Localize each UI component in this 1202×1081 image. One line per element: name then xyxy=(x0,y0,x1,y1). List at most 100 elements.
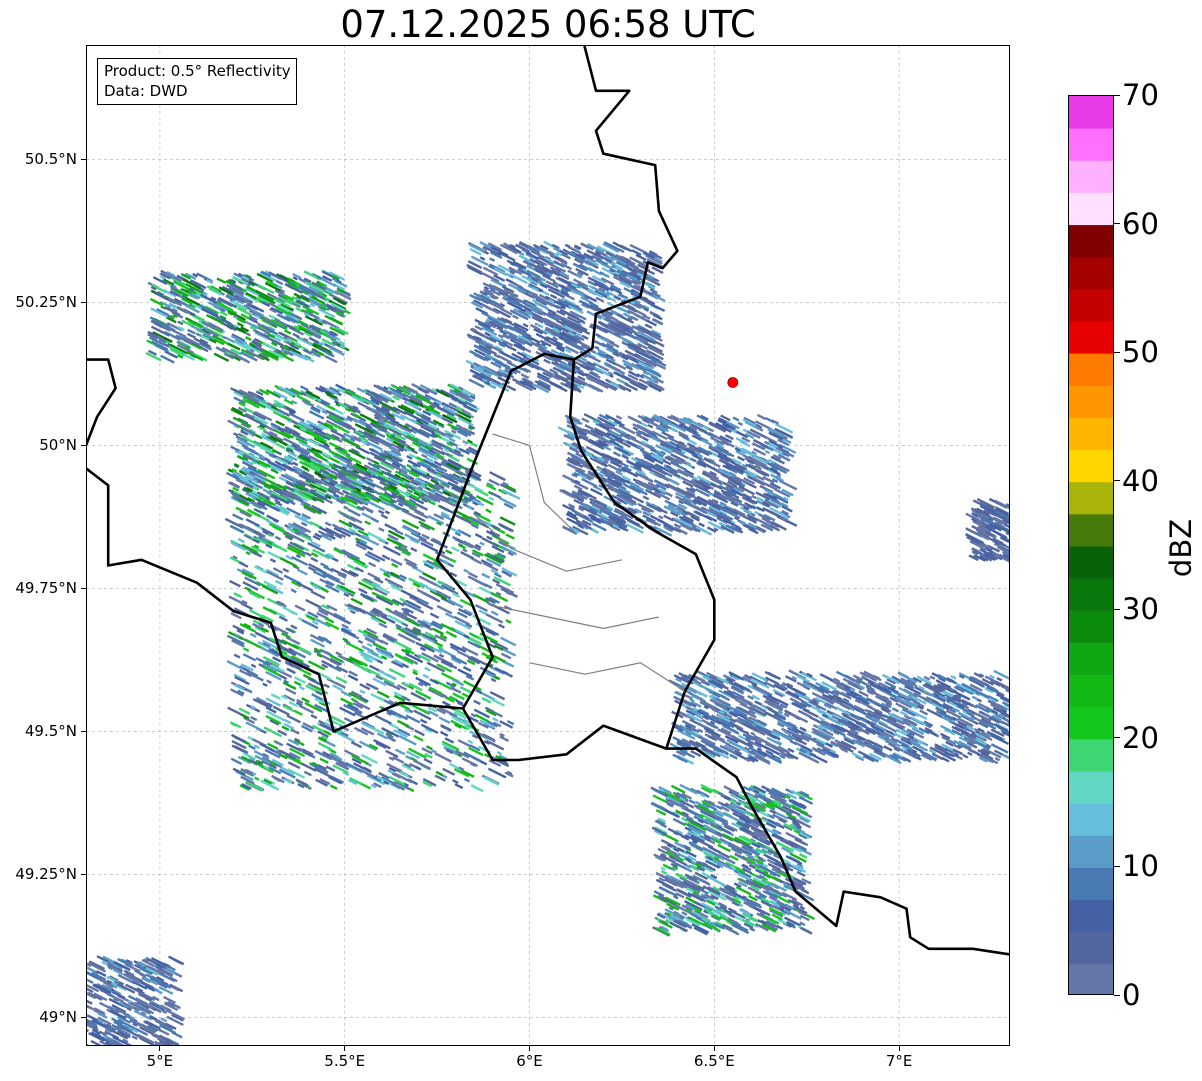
echo-streak xyxy=(293,680,302,687)
echo-streak xyxy=(373,460,380,466)
echo-streak xyxy=(494,572,502,579)
echo-streak xyxy=(367,572,381,581)
echo-streak xyxy=(732,416,740,422)
echo-streak xyxy=(300,521,308,527)
echo-streak xyxy=(274,535,282,541)
echo-streak xyxy=(413,734,424,742)
echo-streak xyxy=(357,639,364,644)
echo-streak xyxy=(371,517,380,524)
echo-streak xyxy=(462,548,468,553)
echo-streak xyxy=(295,554,302,559)
echo-streak xyxy=(275,579,284,586)
echo-streak xyxy=(637,473,654,483)
echo-streak xyxy=(458,543,467,550)
echo-streak xyxy=(393,640,412,651)
echo-streak xyxy=(774,471,782,477)
echo-streak xyxy=(294,604,306,612)
echo-streak xyxy=(364,520,371,526)
echo-streak xyxy=(378,527,385,532)
echo-streak xyxy=(296,568,308,576)
echo-streak xyxy=(405,714,421,724)
echo-streak xyxy=(370,684,379,691)
echo-streak xyxy=(378,622,388,629)
echo-streak xyxy=(425,745,433,751)
echo-streak xyxy=(282,567,290,573)
echo-streak xyxy=(372,642,387,651)
echo-streak xyxy=(366,457,375,463)
echo-streak xyxy=(644,323,653,329)
echo-streak xyxy=(315,690,323,696)
echo-streak xyxy=(587,383,604,393)
echo-streak xyxy=(244,336,252,341)
echo-streak xyxy=(505,533,515,540)
echo-streak xyxy=(490,677,497,683)
echo-streak xyxy=(490,697,506,707)
echo-streak xyxy=(481,697,492,704)
echo-streak xyxy=(342,637,349,643)
echo-streak xyxy=(325,404,336,411)
echo-streak xyxy=(312,620,319,626)
echo-streak xyxy=(313,685,322,691)
echo-streak xyxy=(361,512,374,520)
echo-streak xyxy=(410,547,418,553)
echo-streak xyxy=(449,558,457,564)
echo-streak xyxy=(308,410,325,420)
echo-streak xyxy=(756,413,766,420)
echo-streak xyxy=(485,613,504,624)
echo-streak xyxy=(396,719,410,728)
echo-streak xyxy=(384,523,398,532)
echo-streak xyxy=(258,622,265,628)
echo-streak xyxy=(422,673,430,679)
echo-streak xyxy=(321,663,329,669)
echo-area xyxy=(557,413,798,537)
echo-streak xyxy=(249,632,257,638)
echo-area xyxy=(668,669,1010,765)
echo-streak xyxy=(467,739,474,745)
echo-streak xyxy=(245,332,252,337)
radar-map-canvas xyxy=(86,45,1010,1046)
echo-streak xyxy=(543,358,551,365)
echo-streak xyxy=(344,433,352,439)
echo-streak xyxy=(738,734,746,741)
echo-streak xyxy=(590,370,599,377)
echo-streak xyxy=(262,682,268,687)
echo-streak xyxy=(299,385,309,392)
echo-streak xyxy=(229,579,241,588)
echo-streak xyxy=(445,612,455,619)
echo-streak xyxy=(245,551,251,556)
echo-streak xyxy=(368,561,377,568)
echo-streak xyxy=(303,770,312,777)
echo-streak xyxy=(366,642,373,648)
radar-map[interactable] xyxy=(86,45,1010,1046)
echo-streak xyxy=(319,757,329,764)
echo-streak xyxy=(487,767,507,779)
echo-streak xyxy=(399,597,407,603)
echo-streak xyxy=(642,436,649,442)
echo-streak xyxy=(415,515,426,523)
echo-streak xyxy=(242,647,250,653)
echo-streak xyxy=(376,690,390,699)
echo-streak xyxy=(233,592,243,599)
echo-streak xyxy=(438,653,445,658)
echo-streak xyxy=(499,735,510,742)
echo-streak xyxy=(440,731,449,737)
echo-streak xyxy=(512,314,519,320)
echo-streak xyxy=(485,508,492,514)
echo-streak xyxy=(308,336,320,344)
echo-streak xyxy=(522,322,529,328)
echo-streak xyxy=(488,496,495,502)
echo-streak xyxy=(286,667,296,675)
echo-streak xyxy=(594,345,600,350)
echo-streak xyxy=(353,413,361,419)
echo-streak xyxy=(323,354,338,364)
echo-streak xyxy=(384,510,390,515)
echo-streak xyxy=(444,737,455,744)
echo-streak xyxy=(343,505,349,510)
echo-streak xyxy=(463,777,471,783)
echo-streak xyxy=(226,660,244,671)
echo-streak xyxy=(720,489,727,494)
echo-streak xyxy=(298,685,305,691)
echo-streak xyxy=(414,765,422,771)
echo-streak xyxy=(324,521,332,527)
echo-streak xyxy=(751,494,757,500)
